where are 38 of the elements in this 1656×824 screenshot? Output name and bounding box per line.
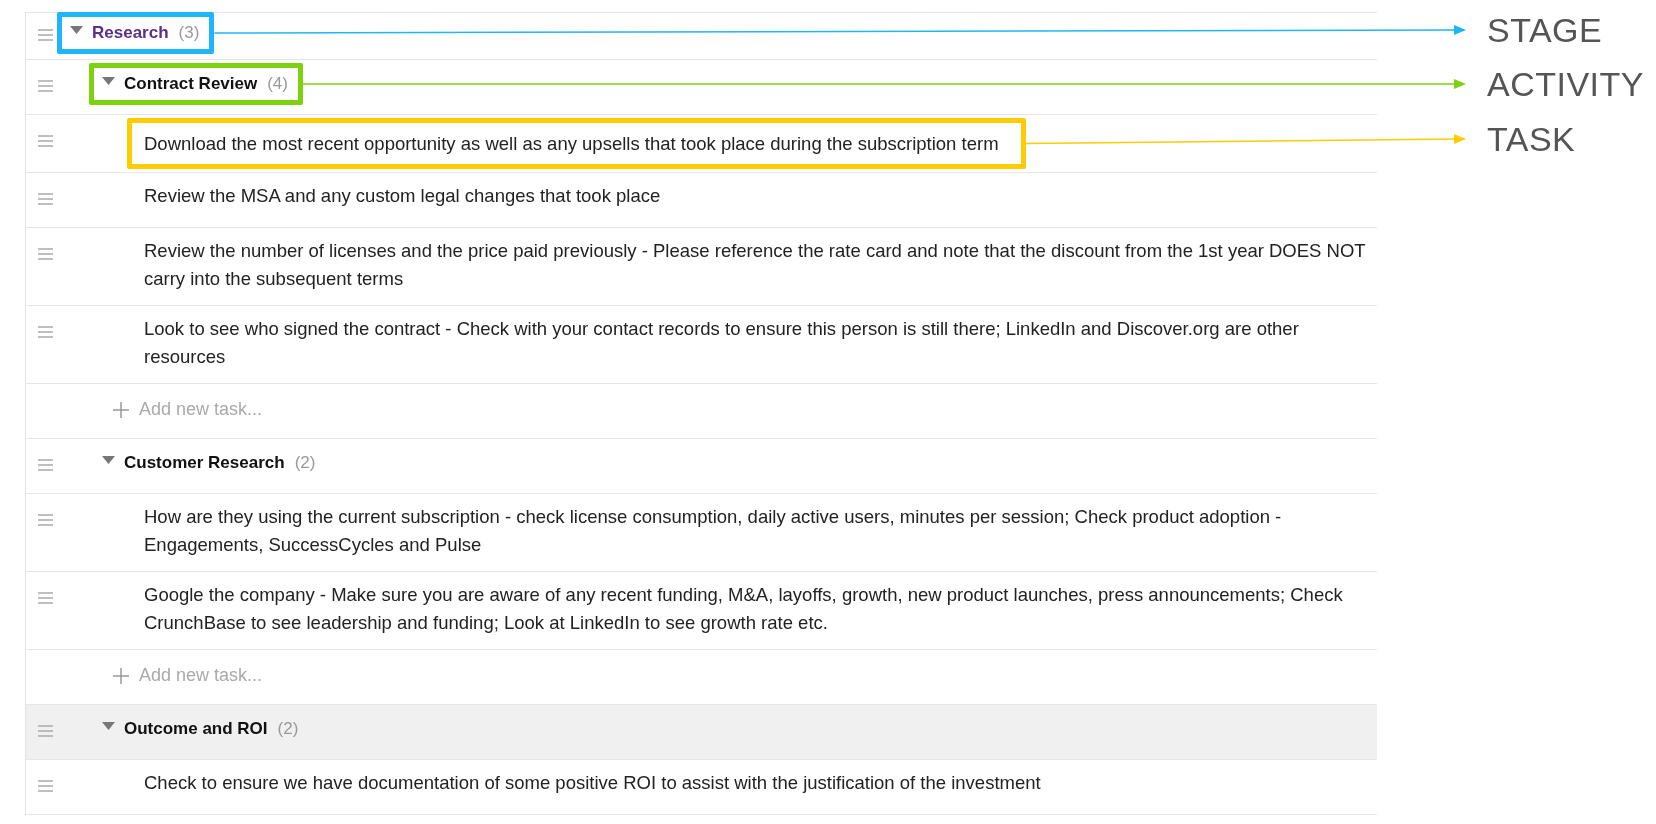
activity-row[interactable]: Contract Review (4) (26, 60, 1377, 115)
drag-handle-icon[interactable] (38, 725, 53, 737)
drag-handle-icon[interactable] (38, 514, 53, 526)
drag-handle-icon[interactable] (38, 80, 53, 92)
item-count: (3) (178, 23, 200, 43)
drag-handle-icon[interactable] (38, 592, 53, 604)
task-text: Download the most recent opportunity as well as any upsells that took place during the subscription term (144, 132, 999, 156)
callout-label: TASK (1487, 119, 1576, 159)
task-text: How are they using the current subscription - check license consumption, daily active users, minutes per session; Check product adoption - Engagements, SuccessCycles and Pulse (144, 505, 1283, 557)
item-count: (2) (277, 719, 299, 739)
item-count: (4) (267, 74, 288, 94)
callout-label: STAGE (1487, 10, 1603, 50)
drag-handle-icon[interactable] (38, 193, 53, 205)
collapse-caret-icon[interactable] (102, 456, 115, 464)
activity-row[interactable]: Outcome and ROI (2) (26, 705, 1377, 760)
drag-handle-icon[interactable] (38, 326, 53, 338)
activity-title: Contract Review (124, 74, 258, 94)
collapse-caret-icon[interactable] (102, 77, 115, 85)
task-text: Look to see who signed the contract - Check with your contact records to ensure this person is still there; LinkedIn and Discover.org are other resources (144, 317, 1300, 369)
task-text: Check to ensure we have documentation of some positive ROI to assist with the justification of the investment (144, 771, 1041, 795)
collapse-caret-icon[interactable] (70, 26, 83, 34)
drag-handle-icon[interactable] (38, 780, 53, 792)
plus-icon (113, 667, 129, 684)
task-text: Google the company - Make sure you are aware of any recent funding, M&A, layoffs, growth, new product launches, press announcements; Check CrunchBase to see leadership and funding; Look at LinkedIn to see growth rate etc. (144, 583, 1344, 635)
task-text: Review the MSA and any custom legal changes that took place (144, 184, 661, 208)
activity-title: Customer Research (124, 453, 285, 473)
drag-handle-icon[interactable] (38, 459, 53, 471)
plus-icon (113, 401, 129, 418)
task-text: Review the number of licenses and the price paid previously - Please reference the rate card and note that the discount from the 1st year DOES NOT carry into the subsequent terms (144, 239, 1367, 291)
drag-handle-icon[interactable] (38, 135, 53, 147)
activity-row[interactable]: Customer Research (2) (26, 439, 1377, 494)
drag-handle-icon[interactable] (38, 248, 53, 260)
drag-handle-icon[interactable] (38, 29, 53, 41)
stage-title: Research (92, 23, 169, 43)
activity-title: Outcome and ROI (124, 719, 268, 739)
callout-label: ACTIVITY (1487, 64, 1645, 104)
collapse-caret-icon[interactable] (102, 722, 115, 730)
item-count: (2) (294, 453, 316, 473)
